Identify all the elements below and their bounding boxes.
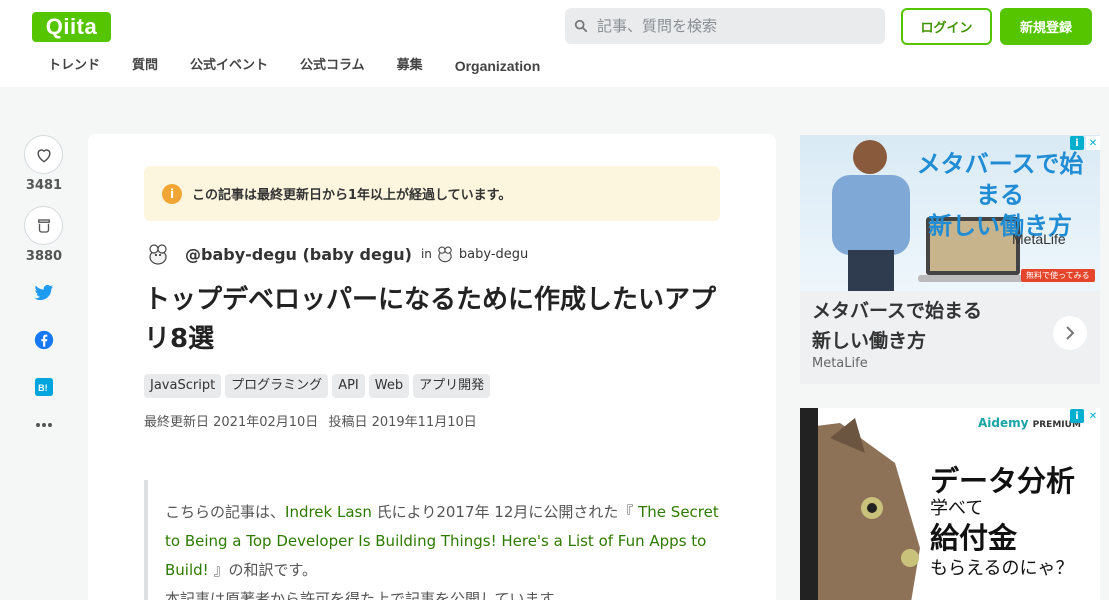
article-card: i この記事は最終更新日から1年以上が経過しています。 @baby-degu (… <box>88 134 776 600</box>
quote-text: 氏により2017年 12月に公開された『 <box>371 503 639 521</box>
main-nav: トレンド 質問 公式イベント 公式コラム 募集 Organization <box>32 56 556 76</box>
hatena-share[interactable]: B! <box>24 378 64 396</box>
ad-choices-badge[interactable]: i ✕ <box>1066 408 1100 424</box>
degu-avatar-icon <box>149 244 167 265</box>
adchoices-icon: i <box>1070 409 1084 423</box>
org-avatar-icon[interactable] <box>435 244 455 264</box>
hatena-bookmark-icon: B! <box>35 378 53 396</box>
like-count: 3481 <box>25 178 63 193</box>
close-icon[interactable]: ✕ <box>1086 136 1100 150</box>
intro-quote: こちらの記事は、Indrek Lasn 氏により2017年 12月に公開された『… <box>144 480 724 600</box>
nav-item-trend[interactable]: トレンド <box>48 56 100 76</box>
ad-copy-line1: データ分析 <box>930 464 1076 498</box>
stock-icon <box>37 218 50 233</box>
updated-date: 最終更新日 2021年02月10日 <box>144 415 319 430</box>
article-dates: 最終更新日 2021年02月10日 投稿日 2019年11月10日 <box>144 411 483 430</box>
facebook-share[interactable] <box>24 330 64 350</box>
ad-copy-line4: もらえるのにゃ？ <box>930 558 1074 579</box>
adchoices-icon: i <box>1070 136 1084 150</box>
stock-count: 3880 <box>25 249 63 264</box>
svg-text:B!: B! <box>38 383 48 393</box>
outdated-notice: i この記事は最終更新日から1年以上が経過しています。 <box>144 166 720 221</box>
ad-next-button[interactable] <box>1053 316 1087 350</box>
nav-item-questions[interactable]: 質問 <box>132 56 158 76</box>
tag-web[interactable]: Web <box>368 374 410 398</box>
ad-copy-line3: 給付金 <box>930 521 1018 555</box>
article-title: トップデベロッパーになるために作成したいアプリ8選 <box>144 285 717 354</box>
site-header: Qiita ログイン 新規登録 トレンド 質問 公式イベント 公式コラム 募集 … <box>0 0 1109 87</box>
ellipsis-icon <box>36 423 52 427</box>
quote-text: 本記事は原著者から許可を得た上で記事を公開しています。 <box>165 590 569 600</box>
ad-metalife[interactable]: メタバースで始まる 新しい働き方 MetaLife 無料で使ってみる メタバース… <box>800 135 1100 384</box>
twitter-share[interactable] <box>24 284 64 302</box>
close-icon[interactable]: ✕ <box>1086 409 1100 423</box>
stock-button[interactable] <box>24 206 63 245</box>
ad-headline-line1: メタバースで始まる <box>916 150 1084 209</box>
ad-logo: MetaLife <box>1012 231 1066 247</box>
ad-caption: メタバースで始まる 新しい働き方 <box>812 296 982 356</box>
ad-copy-line2: 学べて <box>930 498 984 519</box>
posted-date: 投稿日 2019年11月10日 <box>328 415 477 430</box>
author-avatar[interactable] <box>144 240 172 268</box>
search-box[interactable] <box>565 8 885 44</box>
quote-text: こちらの記事は、 <box>165 503 286 521</box>
ad-aidemy[interactable]: Aidemy PREMIUM データ分析 学べて 給付金 もらえるのにゃ？ i … <box>800 408 1100 600</box>
login-button[interactable]: ログイン <box>901 8 992 45</box>
qiita-logo[interactable]: Qiita <box>32 12 111 42</box>
ad-headline: メタバースで始まる 新しい働き方 <box>910 149 1090 242</box>
cat-illustration <box>800 408 950 600</box>
ad-choices-badge[interactable]: i ✕ <box>1066 135 1100 151</box>
social-actions: 3481 3880 B! <box>24 135 64 428</box>
more-button[interactable] <box>24 422 64 428</box>
author-row: @baby-degu (baby degu) in baby-degu <box>144 240 528 268</box>
ad-caption-line1: メタバースで始まる <box>812 300 983 322</box>
ad-source: MetaLife <box>812 356 868 371</box>
ad-brand-name: Aidemy <box>978 416 1029 430</box>
ad-trial-badge: 無料で使ってみる <box>1021 269 1095 282</box>
nav-item-organization[interactable]: Organization <box>455 56 541 76</box>
author-name[interactable]: @baby-degu (baby degu) <box>185 245 412 264</box>
search-input[interactable] <box>597 17 867 35</box>
tag-programming[interactable]: プログラミング <box>225 374 329 398</box>
info-icon: i <box>162 183 182 204</box>
quote-text: 』の和訳です。 <box>208 561 317 579</box>
twitter-icon <box>34 284 54 301</box>
nav-item-official-columns[interactable]: 公式コラム <box>300 56 365 76</box>
search-icon <box>574 19 588 33</box>
tag-javascript[interactable]: JavaScript <box>144 374 222 398</box>
like-button[interactable] <box>24 135 63 174</box>
chevron-right-icon <box>1066 326 1075 340</box>
nav-item-official-events[interactable]: 公式イベント <box>190 56 268 76</box>
org-name[interactable]: baby-degu <box>459 247 528 262</box>
facebook-icon <box>34 330 54 350</box>
nav-item-recruitment[interactable]: 募集 <box>397 56 423 76</box>
tag-list: JavaScript プログラミング API Web アプリ開発 <box>144 374 494 398</box>
notice-text: この記事は最終更新日から1年以上が経過しています。 <box>192 188 512 203</box>
heart-icon <box>36 148 51 163</box>
original-author-link[interactable]: Indrek Lasn <box>285 503 372 521</box>
ad-caption-line2: 新しい働き方 <box>812 330 927 352</box>
tag-app-development[interactable]: アプリ開発 <box>413 374 491 398</box>
signup-button[interactable]: 新規登録 <box>1000 8 1092 45</box>
tag-api[interactable]: API <box>332 374 365 398</box>
in-label: in <box>420 247 432 261</box>
ad-copy: データ分析 学べて 給付金 もらえるのにゃ？ <box>930 464 1075 582</box>
